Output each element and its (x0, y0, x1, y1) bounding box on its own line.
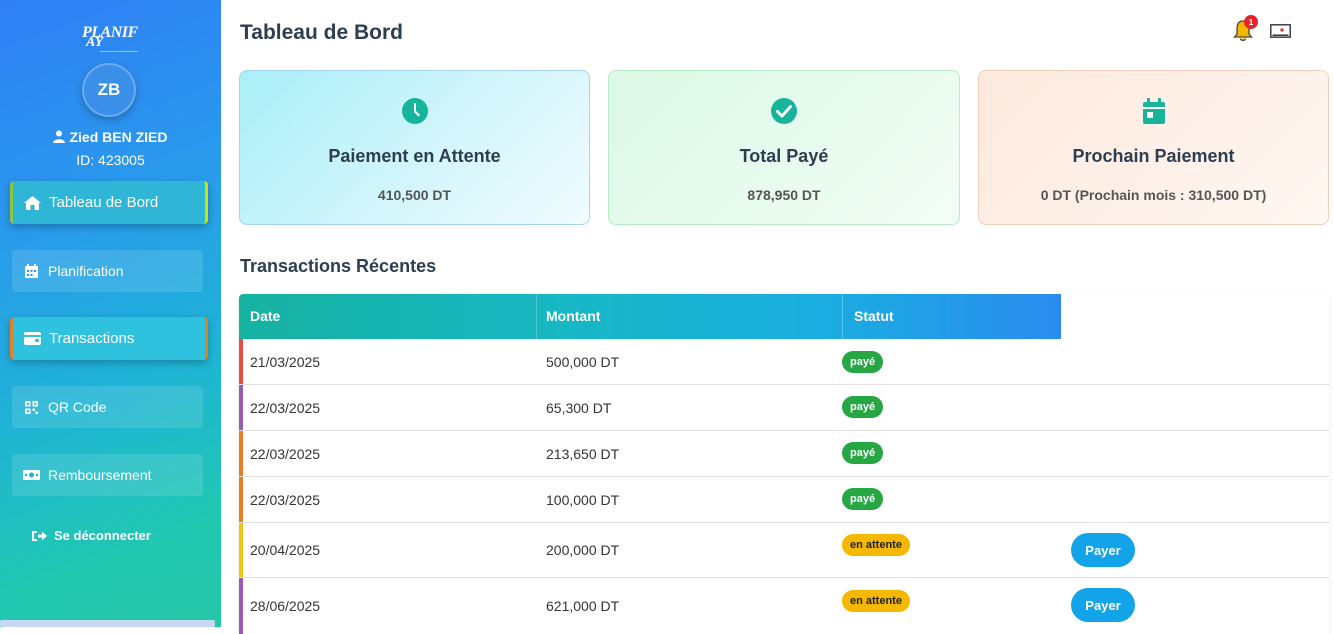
status-badge: payé (842, 351, 884, 373)
wallet-icon (23, 332, 41, 346)
cell-date: 22/03/2025 (250, 446, 321, 462)
sidebar-item-qr-code[interactable]: QR Code (12, 386, 203, 428)
card-title: Prochain Paiement (1072, 146, 1235, 166)
cell-amount: 100,000 DT (546, 492, 620, 508)
sidebar-item-label: QR Code (48, 399, 107, 415)
card-title: Total Payé (739, 146, 829, 166)
status-badge: en attente (842, 590, 910, 612)
column-header-date[interactable]: Date (250, 308, 280, 324)
cell-amount: 200,000 DT (546, 542, 620, 558)
money-icon (22, 468, 40, 482)
status-badge: payé (842, 396, 884, 418)
sidebar-item-label: Tableau de Bord (49, 194, 159, 211)
page-title: Tableau de Bord (240, 21, 403, 44)
check-circle-icon (771, 98, 797, 124)
sidebar-item-remboursement[interactable]: Remboursement (12, 454, 203, 496)
sidebar-item-label: Transactions (49, 330, 135, 347)
table-row[interactable]: 28/06/2025 621,000 DT en attente Payer (239, 578, 1329, 634)
card-value: 410,500 DT (377, 187, 452, 203)
pending-payment-card: Paiement en Attente 410,500 DT (239, 70, 590, 225)
sidebar-item-label: Remboursement (48, 467, 152, 483)
cell-date: 22/03/2025 (250, 492, 321, 508)
footer-bar (0, 620, 215, 627)
logout-button[interactable]: Se déconnecter (32, 528, 151, 543)
table-row[interactable]: 21/03/2025 500,000 DT payé (239, 339, 1329, 385)
sidebar-item-dashboard[interactable]: Tableau de Bord (10, 181, 208, 224)
sidebar-item-planification[interactable]: Planification (12, 250, 203, 292)
table-row[interactable]: 22/03/2025 100,000 DT payé (239, 477, 1329, 523)
status-badge: payé (842, 488, 884, 510)
qrcode-icon (22, 400, 40, 414)
table-row[interactable]: 22/03/2025 213,650 DT payé (239, 431, 1329, 477)
calendar-icon (22, 264, 40, 278)
cell-date: 28/06/2025 (250, 598, 321, 614)
pay-button[interactable]: Payer (1071, 533, 1135, 567)
clock-icon (401, 98, 428, 124)
calendar-icon (1142, 98, 1165, 124)
sidebar-item-transactions[interactable]: Transactions (10, 317, 208, 360)
logout-label: Se déconnecter (54, 528, 151, 543)
total-paid-card: Total Payé 878,950 DT (608, 70, 960, 225)
planifpay-logo: PLANIF AY (78, 24, 142, 54)
next-payment-card: Prochain Paiement 0 DT (Prochain mois : … (978, 70, 1329, 225)
notification-badge: 1 (1244, 15, 1258, 29)
card-value: 878,950 DT (747, 187, 821, 203)
sidebar: PLANIF AY ZB Zied BEN ZIED ID: 423005 Ta… (0, 0, 221, 627)
user-id: ID: 423005 (76, 152, 145, 168)
status-badge: en attente (842, 534, 910, 556)
cell-amount: 621,000 DT (546, 598, 620, 614)
cell-date: 22/03/2025 (250, 400, 321, 416)
screen-icon[interactable] (1270, 24, 1291, 38)
table-row[interactable]: 20/04/2025 200,000 DT en attente Payer (239, 523, 1329, 578)
transactions-table: Date Montant Statut 21/03/2025 500,000 D… (239, 294, 1329, 634)
sidebar-item-label: Planification (48, 263, 124, 279)
table-row[interactable]: 22/03/2025 65,300 DT payé (239, 385, 1329, 431)
cell-date: 21/03/2025 (250, 354, 321, 370)
column-header-status[interactable]: Statut (854, 308, 894, 324)
card-value: 0 DT (Prochain mois : 310,500 DT) (1040, 187, 1267, 203)
logo-text-bottom: AY (86, 35, 104, 50)
user-name: Zied BEN ZIED (0, 129, 221, 145)
column-header-amount[interactable]: Montant (546, 308, 600, 324)
table-header: Date Montant Statut (239, 294, 1061, 339)
card-title: Paiement en Attente (328, 146, 501, 166)
avatar: ZB (82, 63, 136, 117)
cell-amount: 65,300 DT (546, 400, 612, 416)
pay-button[interactable]: Payer (1071, 588, 1135, 622)
sign-out-icon (32, 530, 48, 542)
status-badge: payé (842, 442, 884, 464)
cell-amount: 500,000 DT (546, 354, 620, 370)
home-icon (23, 195, 41, 210)
cell-date: 20/04/2025 (250, 542, 321, 558)
cell-amount: 213,650 DT (546, 446, 620, 462)
transactions-title: Transactions Récentes (240, 256, 437, 276)
user-icon (53, 130, 66, 143)
